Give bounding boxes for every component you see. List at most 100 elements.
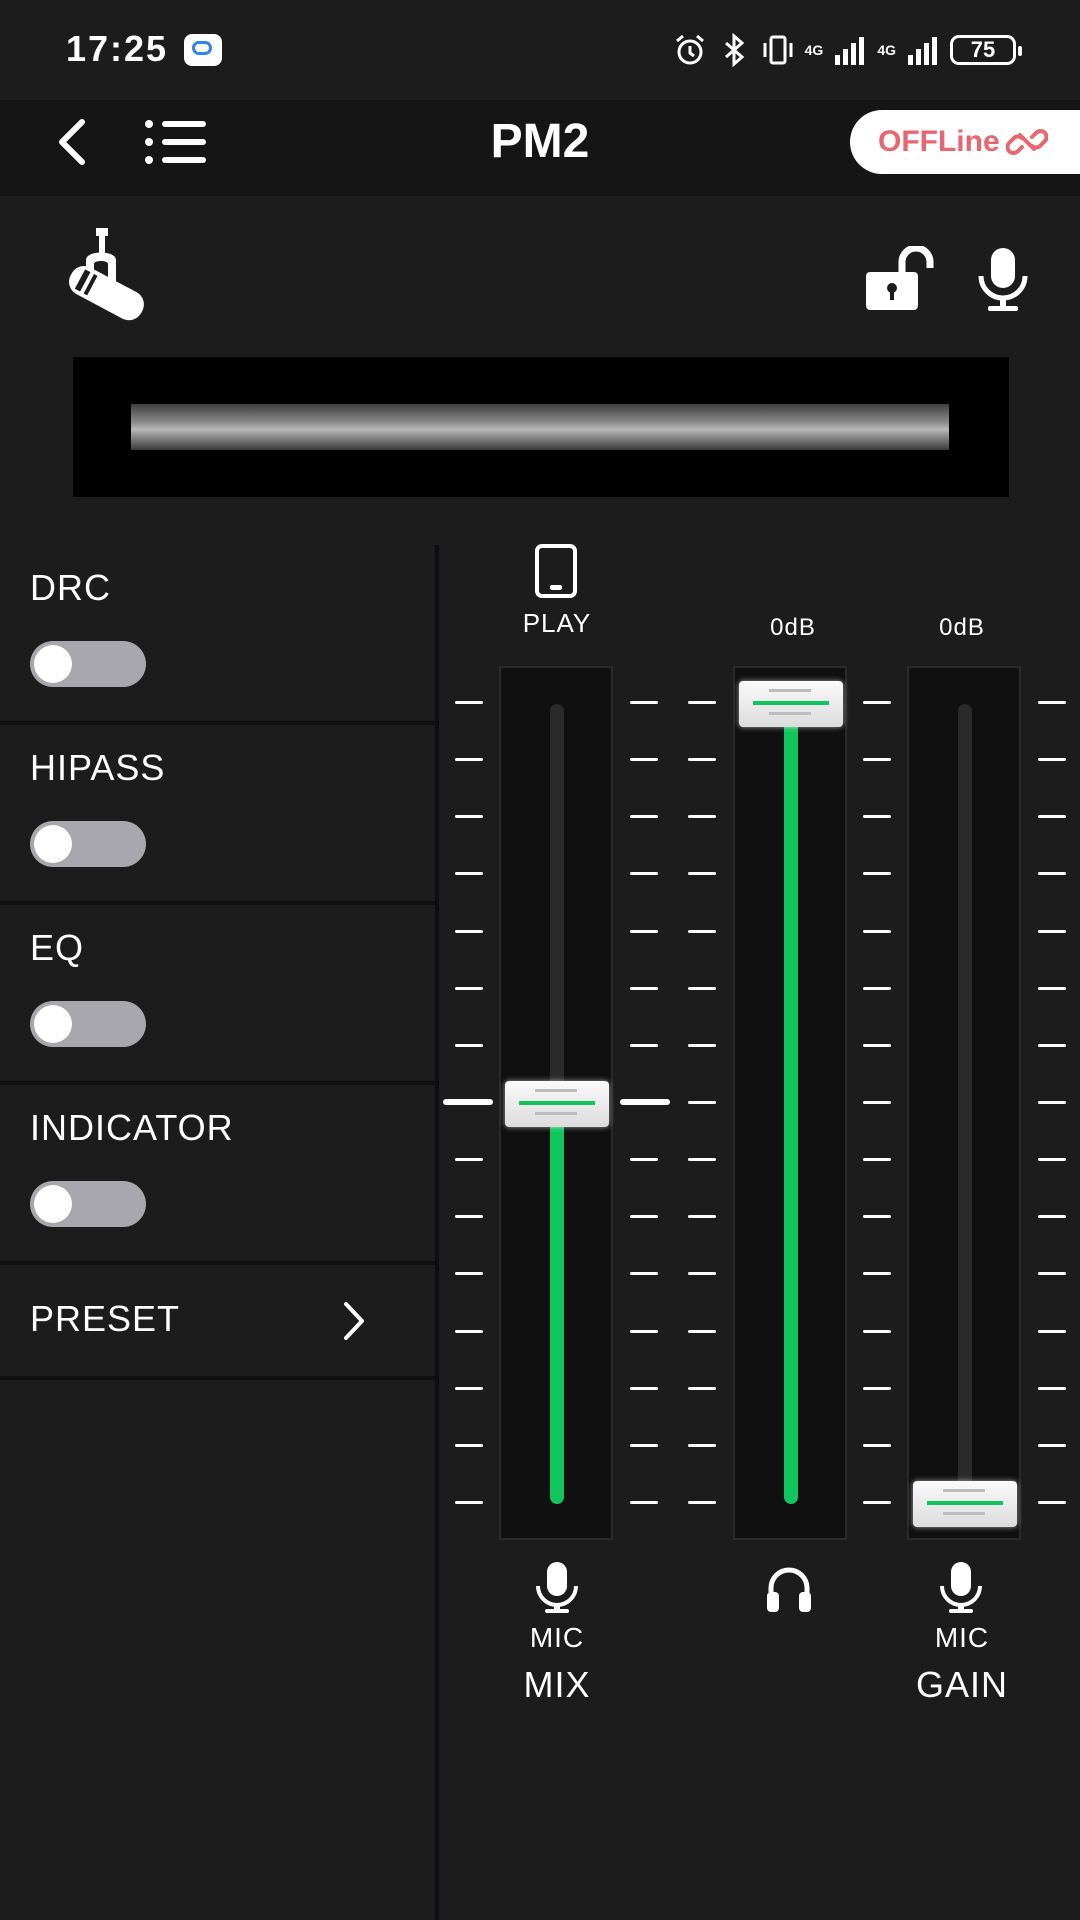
panel-divider [435,545,439,1920]
scale-tick [688,986,716,990]
scale-tick [688,701,716,704]
scale-tick [1038,872,1066,876]
scale-tick [455,701,483,704]
scale-tick [1038,1043,1066,1047]
scale-tick [1038,1101,1066,1104]
bluetooth-icon [724,33,744,67]
scale-tick [688,1272,716,1276]
broken-link-icon [1005,129,1048,155]
scale-tick [630,1443,658,1447]
preset-row[interactable]: PRESET [0,1266,435,1380]
scale-tick [455,815,483,819]
scale-tick [863,1272,891,1276]
scale-tick [630,1272,658,1276]
scale-tick [630,701,658,704]
scale-tick [630,1386,658,1390]
setting-label: HIPASS [30,747,166,788]
scale-tick [688,1329,716,1333]
scale-tick [455,1443,483,1447]
scale-tick [455,1043,483,1047]
battery-level: 75 [970,37,996,62]
fader-level-fill [784,704,798,1504]
headphone-fader-track[interactable] [733,666,847,1540]
setting-indicator: INDICATOR [0,1085,435,1265]
fader-3-name: GAIN [915,1664,1008,1705]
scale-tick [1038,701,1066,704]
vibrate-icon [763,35,793,65]
scale-tick [688,815,716,819]
status-icons: 4G 4G 75 [673,30,1022,70]
preset-label: PRESET [30,1298,181,1339]
fader-groove [550,704,564,1104]
microphone-icon[interactable] [974,244,1032,314]
scale-tick [863,1329,891,1333]
scale-tick [688,872,716,876]
gain-fader-handle[interactable] [913,1481,1017,1527]
scale-tick [863,815,891,819]
scale-tick [688,1043,716,1047]
scale-tick [863,1215,891,1219]
mix-fader-track[interactable] [499,666,613,1540]
scale-tick [863,872,891,876]
scale-tick [455,1501,483,1504]
battery-icon: 75 [950,35,1022,65]
unlock-icon[interactable] [862,246,934,312]
scale-tick [455,1215,483,1219]
scale-tick [863,758,891,762]
scale-tick [1038,815,1066,819]
scale-tick [688,929,716,933]
scale-tick [863,1501,891,1504]
scale-tick [455,872,483,876]
microphone-icon [536,1562,578,1613]
chat-app-icon [184,34,222,66]
scale-tick [443,1099,493,1105]
scale-tick [630,1501,658,1504]
scale-tick [630,929,658,933]
setting-drc: DRC [0,545,435,725]
scale-tick [863,1043,891,1047]
clock: 17:25 [66,28,169,69]
scale-tick [455,929,483,933]
scale-tick [630,986,658,990]
level-meter-bar [131,404,949,450]
mix-fader-handle[interactable] [505,1081,609,1127]
scale-tick [863,1443,891,1447]
scale-tick [863,929,891,933]
microphone-icon [940,1562,982,1613]
fader-groove [958,704,972,1504]
setting-label: EQ [30,927,85,968]
setting-eq: EQ [0,905,435,1085]
scale-tick [1038,758,1066,762]
scale-tick [630,1215,658,1219]
gain-fader-track[interactable] [907,666,1021,1540]
drc-toggle[interactable] [30,641,146,687]
scale-tick [1038,1272,1066,1276]
scale-tick [1038,1386,1066,1390]
scale-tick [688,1501,716,1504]
network-type-1: 4G [804,42,824,58]
scale-tick [863,1386,891,1390]
fader-1-name: MIX [523,1664,591,1705]
scale-tick [1038,1158,1066,1162]
fader-3-sub-label: MIC [934,1622,990,1653]
scale-tick [630,872,658,876]
eq-toggle[interactable] [30,1001,146,1047]
alarm-icon [675,34,704,65]
hipass-toggle[interactable] [30,821,146,867]
microphone-logo-icon [69,228,144,321]
toggle-knob [34,1005,72,1043]
connection-status-label: OFFLine [878,125,1000,158]
phone-icon [535,544,577,598]
connection-status-button[interactable]: OFFLine [850,110,1080,174]
scale-tick [863,986,891,990]
indicator-toggle[interactable] [30,1181,146,1227]
scale-tick [455,1386,483,1390]
fader-1-sub-label: MIC [529,1622,585,1653]
signal-icon [835,37,865,65]
scale-tick [630,758,658,762]
fader-3-top-label: 0dB [939,614,985,641]
toggle-knob [34,1185,72,1223]
setting-label: DRC [30,567,111,608]
headphone-fader-handle[interactable] [739,681,843,727]
scale-tick [1038,1215,1066,1219]
